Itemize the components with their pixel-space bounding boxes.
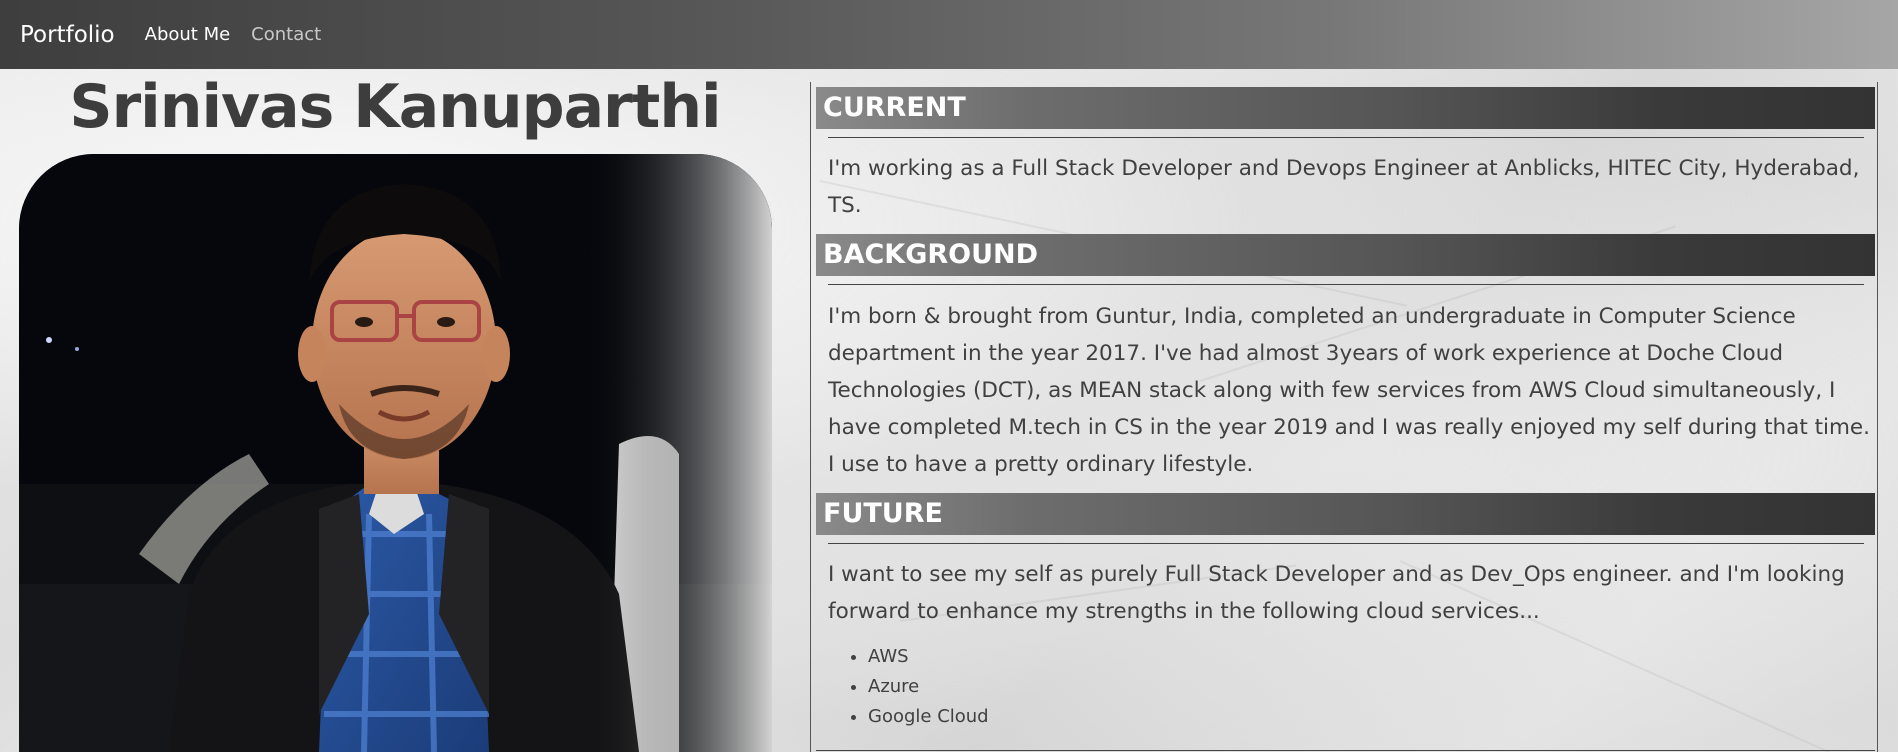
section-text-background: I'm born & brought from Guntur, India, c… [828, 304, 1870, 477]
nav-link-contact[interactable]: Contact [251, 24, 321, 45]
section-heading-background: BACKGROUND [816, 234, 1875, 276]
brand-link[interactable]: Portfolio [20, 22, 115, 48]
list-item: AWS [868, 642, 989, 672]
section-divider [816, 750, 1875, 751]
cloud-services-list: AWS Azure Google Cloud [828, 642, 989, 732]
section-text-future: I want to see my self as purely Full Sta… [828, 562, 1845, 624]
profile-name: Srinivas Kanuparthi [69, 72, 721, 142]
nav-link-about-me[interactable]: About Me [145, 24, 231, 45]
section-divider [828, 137, 1864, 138]
profile-photo [19, 154, 772, 752]
section-divider [828, 543, 1864, 544]
section-divider [828, 284, 1864, 285]
portrait-illustration [19, 154, 772, 752]
top-navbar: Portfolio About Me Contact [0, 0, 1898, 69]
section-heading-future: FUTURE [816, 493, 1875, 535]
section-heading-current: CURRENT [816, 87, 1875, 129]
list-item: Google Cloud [868, 702, 989, 732]
about-content: CURRENT I'm working as a Full Stack Deve… [810, 82, 1878, 752]
list-item: Azure [868, 672, 989, 702]
section-text-current: I'm working as a Full Stack Developer an… [828, 156, 1860, 218]
